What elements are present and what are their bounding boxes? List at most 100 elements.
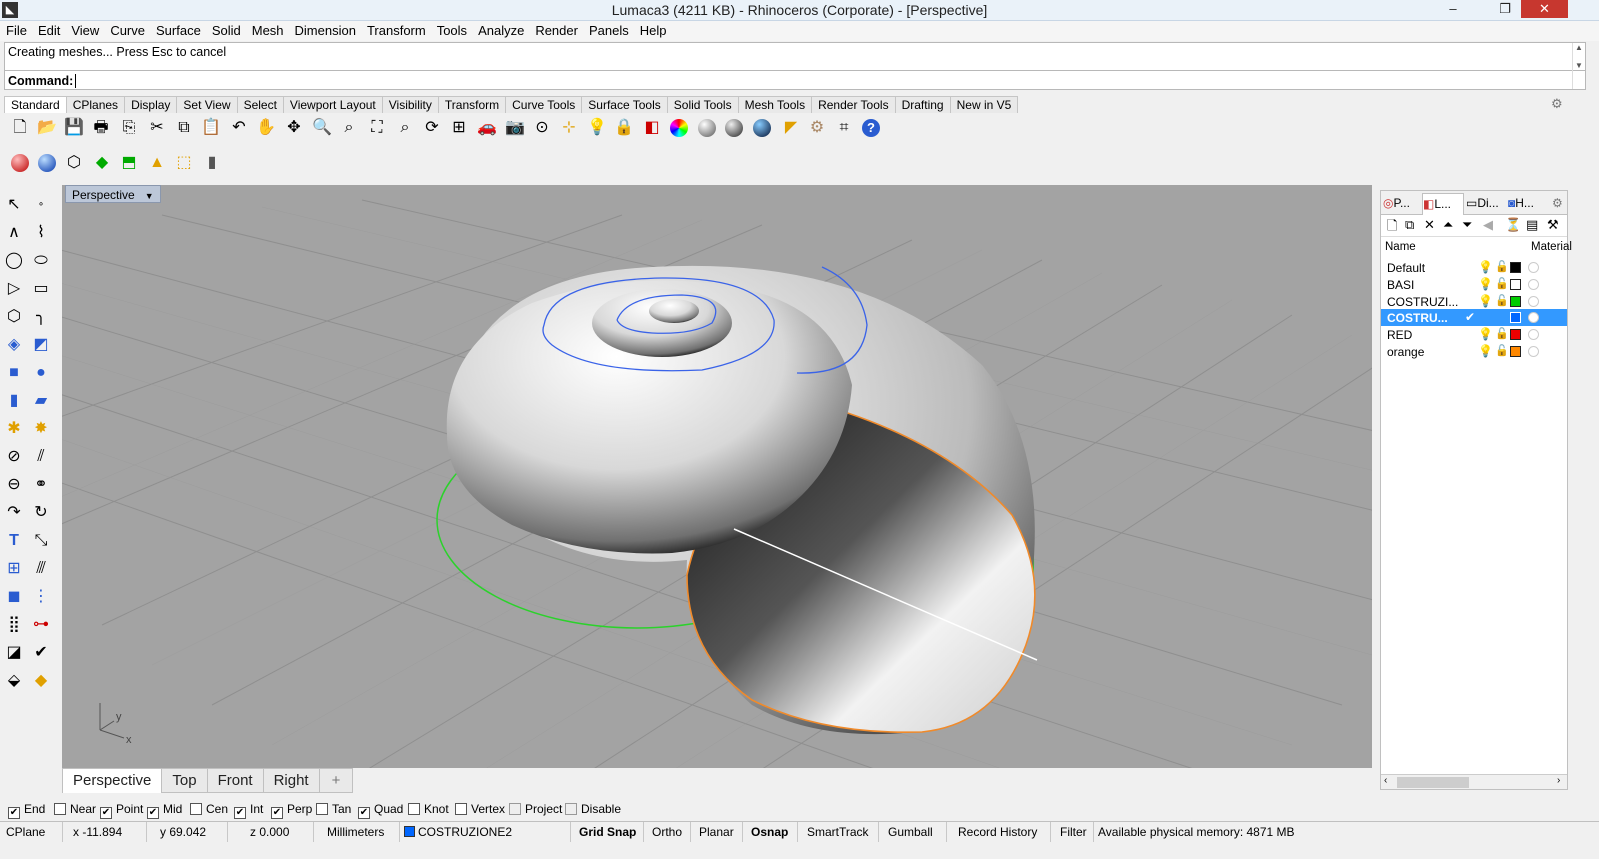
menu-tools[interactable]: Tools	[431, 21, 472, 38]
panel-tab-layers[interactable]: ◧L...	[1422, 193, 1464, 215]
layer-row[interactable]: COSTRUZI... 💡 🔓	[1381, 293, 1567, 310]
menu-view[interactable]: View	[65, 21, 104, 38]
panel-tab-display[interactable]: ▭Di...	[1466, 193, 1506, 215]
sphere-icon[interactable]: ●	[28, 360, 54, 386]
plane-icon[interactable]: ▰	[28, 388, 54, 414]
viewports-icon[interactable]: ⊞	[447, 116, 471, 140]
paint-icon[interactable]: ◆	[28, 668, 54, 694]
layer-row[interactable]: COSTRU... ✔	[1381, 309, 1567, 327]
shaded-sphere-icon[interactable]	[750, 116, 774, 140]
move-down-icon[interactable]: ⏷	[1462, 217, 1472, 233]
tab-solid-tools[interactable]: Solid Tools	[666, 96, 739, 113]
rotate-view-icon[interactable]: ⟳	[420, 116, 444, 140]
menu-dimension[interactable]: Dimension	[289, 21, 361, 38]
panel-tab-help[interactable]: ◙H...	[1508, 193, 1548, 215]
open-icon[interactable]: 📂	[35, 116, 59, 140]
close-icon[interactable]: ✕	[1521, 0, 1568, 18]
layer-row[interactable]: Default 💡 🔓	[1381, 259, 1567, 276]
group-icon[interactable]: ⊞	[1, 556, 27, 582]
toolbar-options-gear-icon[interactable]: ⚙	[1551, 96, 1563, 112]
checkbox-unchecked-icon[interactable]	[408, 803, 420, 815]
new-layer-icon[interactable]: 🗋	[1387, 217, 1397, 239]
layer-name[interactable]: orange	[1387, 345, 1424, 359]
checkbox-checked-icon[interactable]: ✔	[234, 807, 246, 819]
osnap-point[interactable]: ✔ Point	[100, 802, 143, 819]
light-bulb-icon[interactable]: 💡	[1478, 344, 1493, 358]
save-icon[interactable]: 💾	[62, 116, 86, 140]
ortho-toggle[interactable]: Ortho	[652, 825, 682, 839]
loft-icon[interactable]: ◩	[28, 332, 54, 358]
checkbox-checked-icon[interactable]: ✔	[8, 807, 20, 819]
status-units[interactable]: Millimeters	[327, 825, 384, 839]
checkbox-unchecked-icon[interactable]	[190, 803, 202, 815]
cplane-icon[interactable]: ⊹	[557, 116, 581, 140]
gear-icon[interactable]: ✱	[1, 416, 27, 442]
circle-icon[interactable]: ◯	[1, 248, 27, 274]
layer-row[interactable]: RED 💡 🔓	[1381, 326, 1567, 343]
menu-panels[interactable]: Panels	[583, 21, 634, 38]
move-out-icon[interactable]: ◀	[1483, 217, 1493, 233]
light-bulb-icon[interactable]: 💡	[1478, 277, 1493, 291]
zoom-icon[interactable]: 🔍	[310, 116, 334, 140]
scroll-right-icon[interactable]: ›	[1557, 775, 1560, 786]
polyline-icon[interactable]: ∧	[1, 220, 27, 246]
layer-name[interactable]: BASI	[1387, 278, 1414, 292]
tab-top[interactable]: Top	[161, 768, 208, 793]
color-wheel-icon[interactable]	[667, 116, 691, 140]
checkbox-unchecked-icon[interactable]	[54, 803, 66, 815]
cylinder-icon[interactable]: ▮	[1, 388, 27, 414]
pan-icon[interactable]: ✋	[254, 116, 278, 140]
print-icon[interactable]: 🖶	[89, 116, 113, 140]
menu-mesh[interactable]: Mesh	[246, 21, 289, 38]
osnap-quad[interactable]: ✔ Quad	[358, 802, 403, 819]
osnap-knot[interactable]: Knot	[408, 802, 449, 816]
mesh-icon[interactable]: ◪	[1, 640, 27, 666]
gumball-toggle[interactable]: Gumball	[888, 825, 933, 839]
osnap-mid[interactable]: ✔ Mid	[147, 802, 182, 819]
camera-icon[interactable]: 📷	[503, 116, 527, 140]
add-viewport-tab-button[interactable]: +	[318, 768, 354, 793]
layer-name[interactable]: COSTRU...	[1387, 311, 1448, 325]
tab-transform[interactable]: Transform	[437, 96, 507, 113]
layer-row[interactable]: BASI 💡 🔓	[1381, 276, 1567, 293]
ellipse-icon[interactable]: ⬭	[28, 248, 54, 274]
record-history-toggle[interactable]: Record History	[958, 825, 1037, 839]
shell-apex[interactable]	[649, 299, 699, 323]
command-line[interactable]: Command:	[5, 70, 1585, 90]
osnap-project[interactable]: Project	[509, 802, 562, 816]
array-icon[interactable]: ⋮	[28, 584, 54, 610]
layer-color-swatch[interactable]	[1510, 295, 1521, 307]
scroll-left-icon[interactable]: ‹	[1384, 775, 1387, 786]
osnap-toggle[interactable]: Osnap	[751, 825, 788, 839]
unlock-icon[interactable]: 🔓	[1495, 277, 1509, 290]
tab-new-in-v5[interactable]: New in V5	[949, 96, 1019, 113]
menu-file[interactable]: File	[0, 21, 32, 38]
column-material[interactable]: Material	[1531, 241, 1572, 253]
car-icon[interactable]: 🚗	[475, 116, 499, 140]
status-cplane[interactable]: CPlane	[6, 825, 45, 839]
select-arrow-icon[interactable]: ↖	[1, 192, 27, 218]
split-icon[interactable]: ⫽	[28, 444, 54, 470]
material-icon[interactable]	[1528, 329, 1539, 341]
menu-surface[interactable]: Surface	[150, 21, 206, 38]
render-sphere-icon[interactable]	[695, 116, 719, 140]
tools-icon[interactable]: ⚒	[1547, 217, 1559, 233]
cut-icon[interactable]: ✂	[145, 116, 169, 140]
dimension-icon[interactable]: ↻	[28, 500, 54, 526]
unlock-icon[interactable]: 🔓	[1495, 260, 1509, 273]
checkbox-unchecked-icon[interactable]	[316, 803, 328, 815]
tab-viewport-layout[interactable]: Viewport Layout	[282, 96, 383, 113]
help-icon[interactable]: ?	[859, 116, 883, 140]
light-bulb-icon[interactable]: 💡	[1478, 294, 1493, 308]
tab-front[interactable]: Front	[206, 768, 264, 793]
layer-icon[interactable]: ◧	[640, 116, 664, 140]
zoom-extents-icon[interactable]: ⛶	[365, 116, 389, 140]
column-name[interactable]: Name	[1385, 241, 1416, 253]
osnap-cen[interactable]: Cen	[190, 802, 228, 816]
tab-surface-tools[interactable]: Surface Tools	[581, 96, 668, 113]
checkbox-unchecked-icon[interactable]	[509, 803, 521, 815]
osnap-perp[interactable]: ✔ Perp	[271, 802, 312, 819]
point-icon[interactable]: ⊙	[530, 116, 554, 140]
osnap-disable[interactable]: Disable	[565, 802, 621, 816]
surface-icon[interactable]: ◈	[1, 332, 27, 358]
